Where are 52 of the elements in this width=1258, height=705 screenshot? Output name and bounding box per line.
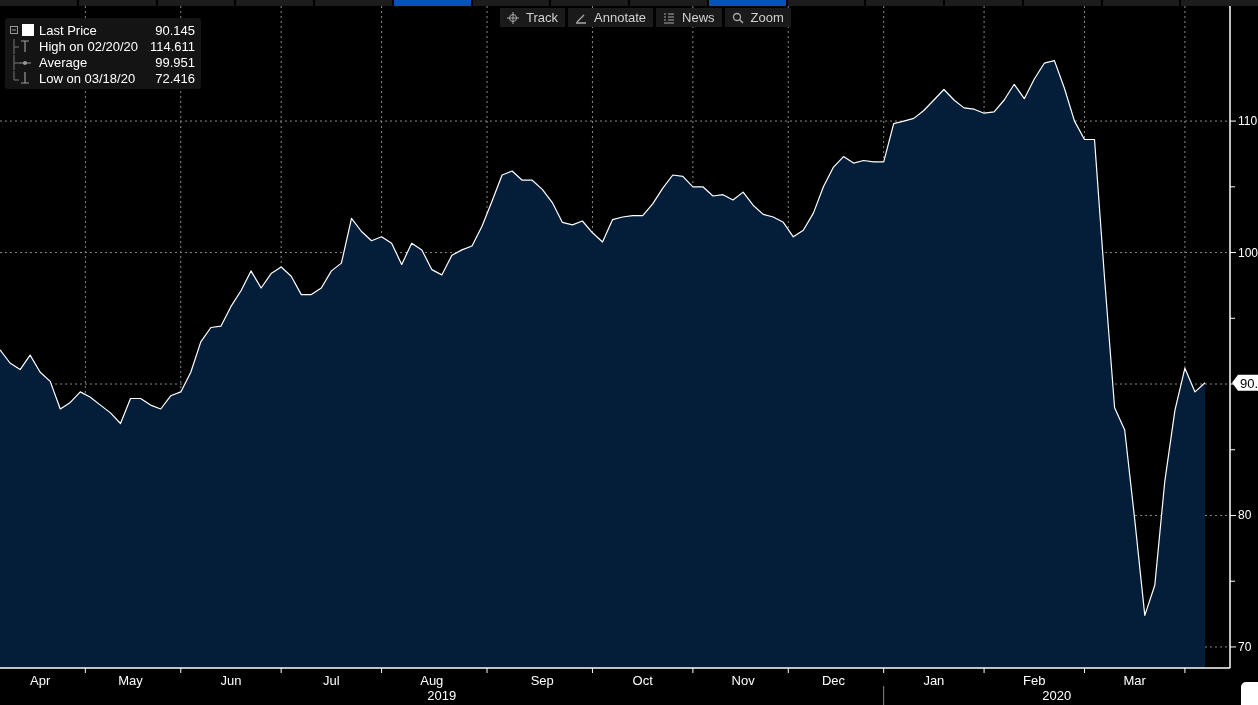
month-label: Nov [731, 673, 755, 688]
y-axis-label: 80 [1238, 508, 1252, 523]
top-tab[interactable] [1023, 0, 1101, 6]
top-tab[interactable] [315, 0, 392, 6]
legend-value: 90.145 [155, 22, 195, 38]
crosshair-icon [507, 11, 519, 24]
toolbar-button[interactable]: Zoom [724, 8, 791, 27]
top-tab[interactable] [1181, 0, 1258, 6]
top-tab[interactable] [630, 0, 707, 6]
month-label: Jul [323, 673, 340, 688]
legend-label: Low on 03/18/20 [39, 70, 136, 86]
legend-value: 114.611 [149, 38, 195, 54]
month-label: Aug [420, 673, 444, 688]
toolbar-button[interactable]: News [656, 8, 722, 27]
year-label: 2020 [1042, 688, 1072, 703]
last-price-tag: 90. [1232, 374, 1258, 391]
top-tab[interactable] [866, 0, 943, 6]
month-label: Mar [1123, 673, 1146, 688]
legend-label: Last Price [39, 22, 97, 38]
top-tab[interactable] [551, 0, 628, 6]
top-tab[interactable] [787, 0, 865, 6]
y-axis-label: 100 [1238, 245, 1258, 260]
month-label: May [118, 673, 143, 688]
top-tab[interactable] [236, 0, 313, 6]
swatch-icon [9, 22, 37, 38]
year-label: 2019 [427, 688, 457, 703]
toolbar-button[interactable]: Track [500, 8, 566, 27]
top-tab[interactable] [708, 0, 786, 6]
toolbar-button[interactable]: Annotate [568, 8, 654, 27]
month-label: Jun [220, 673, 242, 688]
top-tab[interactable] [78, 0, 156, 6]
top-tab[interactable] [0, 0, 77, 6]
month-label: Sep [530, 673, 554, 688]
top-tab[interactable] [157, 0, 235, 6]
month-label: Apr [30, 673, 51, 688]
month-label: Oct [632, 673, 653, 688]
corner-tab [1241, 682, 1258, 705]
y-axis-label: 110 [1238, 114, 1258, 129]
top-tab[interactable] [472, 0, 550, 6]
month-label: Jan [923, 673, 945, 688]
month-label: Dec [821, 673, 845, 688]
legend-value: 72.416 [155, 70, 195, 86]
list-icon [663, 11, 676, 24]
legend-label: Average [39, 54, 88, 70]
y-axis-label: 70 [1238, 639, 1252, 654]
top-tab[interactable] [393, 0, 471, 6]
month-label: Feb [1023, 673, 1046, 688]
top-tab[interactable] [945, 0, 1022, 6]
legend-label: High on 02/20/20 [39, 38, 139, 54]
search-icon [731, 11, 744, 24]
legend-value: 99.951 [155, 54, 195, 70]
top-tab[interactable] [1102, 0, 1180, 6]
